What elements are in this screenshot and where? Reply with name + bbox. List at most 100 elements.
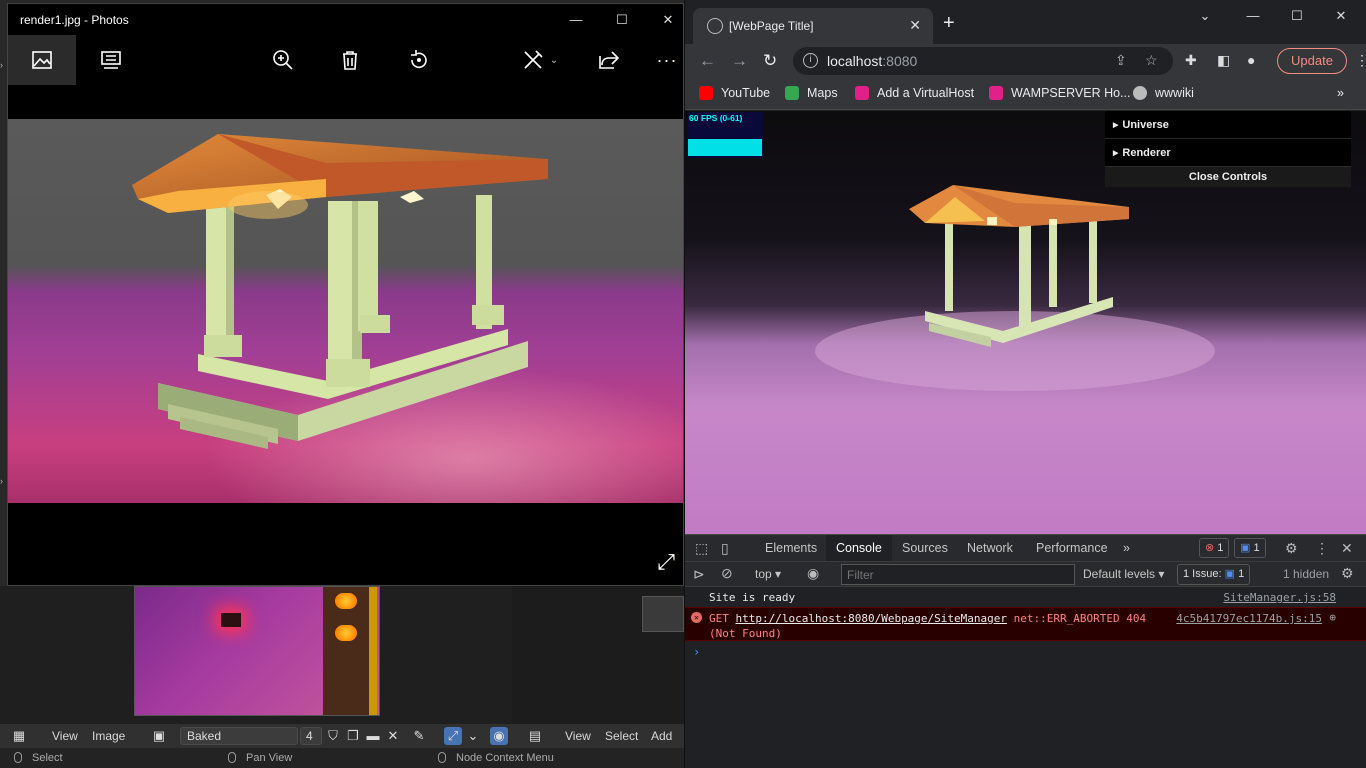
filter-input[interactable]	[841, 564, 1075, 585]
chevron-down-icon[interactable]: ⌄	[464, 727, 482, 745]
log-levels-dropdown[interactable]: Default levels ▾	[1083, 567, 1164, 581]
inspect-icon[interactable]: ⬚	[695, 540, 708, 557]
sidebar-toggle-icon[interactable]: ⊳	[693, 566, 705, 583]
kebab-menu-icon[interactable]: ⋮	[1315, 540, 1329, 557]
node-select-menu[interactable]: Select	[605, 729, 638, 743]
eye-icon[interactable]: ◉	[807, 565, 819, 582]
minimize-icon[interactable]: —	[1233, 4, 1273, 28]
image-view-icon[interactable]	[8, 35, 76, 85]
context-selector[interactable]: top ▾	[755, 567, 781, 581]
close-controls-button[interactable]: Close Controls	[1105, 167, 1351, 187]
fake-user-icon[interactable]: ⛉	[324, 727, 342, 745]
gui-folder-universe[interactable]: ▶ Universe	[1105, 111, 1351, 139]
open-folder-icon[interactable]: ▬	[364, 727, 382, 745]
network-globe-icon[interactable]: ⊕	[1329, 611, 1336, 624]
edit-icon[interactable]: ⌄	[510, 35, 570, 85]
error-detail: (Not Found)	[709, 627, 782, 640]
tab-webpage[interactable]: [WebPage Title] ✕	[693, 8, 933, 44]
tab-elements[interactable]: Elements	[765, 535, 817, 562]
image-name-field[interactable]: Baked	[180, 727, 298, 745]
bookmark-youtube[interactable]: YouTube	[699, 86, 770, 100]
reload-icon[interactable]: ↻	[763, 51, 777, 71]
error-icon: ⊗	[1205, 542, 1215, 554]
log-text: Site is ready	[709, 591, 796, 604]
uv-sync-icon[interactable]: ⤢	[444, 727, 462, 745]
maximize-icon[interactable]: ☐	[602, 8, 642, 32]
tab-search-icon[interactable]: ⌄	[1185, 4, 1225, 28]
maps-icon	[785, 86, 799, 100]
bookmark-virtualhost[interactable]: Add a VirtualHost	[855, 86, 974, 100]
close-icon[interactable]: ✕	[1321, 4, 1361, 28]
error-url-link[interactable]: http://localhost:8080/Webpage/SiteManage…	[736, 612, 1008, 625]
pin-icon[interactable]: ✎	[410, 727, 428, 745]
settings-icon[interactable]: ⚙	[1285, 540, 1298, 557]
bookmark-wampserver[interactable]: WAMPSERVER Ho...	[989, 86, 1130, 100]
close-icon[interactable]: ✕	[648, 8, 688, 32]
node-add-menu[interactable]: Add	[651, 729, 672, 743]
page-viewport[interactable]: 60 FPS (0-61) ▶ Universe ▶ Renderer Close …	[685, 111, 1366, 534]
log-source-link[interactable]: SiteManager.js:58	[1223, 591, 1336, 604]
tab-sources[interactable]: Sources	[902, 535, 948, 562]
console-settings-icon[interactable]: ⚙	[1341, 565, 1354, 582]
close-tab-icon[interactable]: ✕	[909, 17, 921, 34]
share-icon[interactable]	[586, 35, 632, 85]
message-count-badge[interactable]: ▣ 1	[1234, 538, 1266, 558]
node-editor-type-icon[interactable]: ▤	[526, 727, 544, 745]
more-tabs-icon[interactable]: »	[1123, 535, 1130, 562]
fullscreen-icon[interactable]: ⤢	[657, 549, 675, 575]
view-menu[interactable]: View	[52, 729, 78, 743]
slideshow-icon[interactable]	[88, 35, 134, 85]
issues-badge[interactable]: 1 Issue: ▣ 1	[1177, 564, 1251, 585]
tab-performance[interactable]: Performance	[1036, 535, 1108, 562]
new-tab-icon[interactable]: +	[943, 12, 955, 35]
forward-icon[interactable]: →	[731, 51, 748, 71]
minimize-icon[interactable]: —	[556, 8, 596, 32]
maximize-icon[interactable]: ☐	[1277, 4, 1317, 28]
delete-icon[interactable]	[327, 35, 373, 85]
fps-stats[interactable]: 60 FPS (0-61)	[687, 112, 763, 158]
gui-folder-renderer[interactable]: ▶ Renderer	[1105, 139, 1351, 167]
tab-console[interactable]: Console	[826, 535, 892, 562]
editor-type-icon[interactable]: ▦	[10, 727, 28, 745]
back-icon[interactable]: ←	[699, 51, 716, 71]
chevron-down-icon[interactable]: ⌄	[550, 55, 558, 66]
console-prompt-icon[interactable]: ›	[693, 645, 700, 659]
duplicate-icon[interactable]: ❐	[344, 727, 362, 745]
bookmark-wwwiki[interactable]: wwwiki	[1133, 86, 1194, 100]
lamp-shape	[221, 613, 241, 627]
chrome-window: [WebPage Title] ✕ + ⌄ — ☐ ✕ ← → ↻ i loca…	[684, 0, 1366, 768]
zoom-in-icon[interactable]	[260, 35, 306, 85]
rotate-icon[interactable]	[396, 35, 442, 85]
globe-icon	[1133, 86, 1147, 100]
menu-icon[interactable]: ⋮	[1355, 52, 1366, 69]
image-browse-icon[interactable]: ▣	[150, 727, 168, 745]
dat-gui-panel: ▶ Universe ▶ Renderer Close Controls	[1105, 111, 1351, 187]
extensions-icon[interactable]: ✚	[1185, 52, 1197, 69]
unlink-icon[interactable]: ✕	[384, 727, 402, 745]
image-texture-node[interactable]	[642, 596, 684, 632]
node-view-menu[interactable]: View	[565, 729, 591, 743]
star-icon[interactable]: ☆	[1145, 52, 1158, 69]
site-info-icon[interactable]: i	[803, 53, 818, 68]
share-icon[interactable]: ⇪	[1115, 52, 1127, 69]
more-bookmarks-icon[interactable]: »	[1337, 86, 1344, 100]
update-button[interactable]: Update	[1277, 48, 1347, 74]
tab-network[interactable]: Network	[967, 535, 1013, 562]
image-menu[interactable]: Image	[92, 729, 125, 743]
device-toolbar-icon[interactable]: ▯	[721, 540, 729, 557]
mouse-middle-icon	[228, 752, 236, 763]
console-output[interactable]: Site is ready SiteManager.js:58 ✕ GET ht…	[685, 587, 1366, 768]
status-select: Select	[14, 752, 63, 764]
side-panel-icon[interactable]: ◧	[1217, 52, 1230, 69]
profile-icon[interactable]: ●	[1247, 52, 1255, 68]
bookmark-maps[interactable]: Maps	[785, 86, 838, 100]
clear-console-icon[interactable]: ⊘	[721, 565, 733, 582]
error-count-badge[interactable]: ⊗ 1	[1199, 538, 1230, 558]
close-devtools-icon[interactable]: ✕	[1341, 540, 1353, 557]
caret-right-icon: ▶	[1113, 150, 1119, 157]
error-source-link[interactable]: 4c5b41797ec1174b.js:15	[1176, 612, 1322, 625]
overlay-icon[interactable]: ◉	[490, 727, 508, 745]
caret-right-icon: ▶	[1113, 122, 1119, 129]
address-bar[interactable]: i localhost:8080 ⇪ ☆	[793, 47, 1173, 75]
issue-icon: ▣	[1224, 568, 1235, 580]
